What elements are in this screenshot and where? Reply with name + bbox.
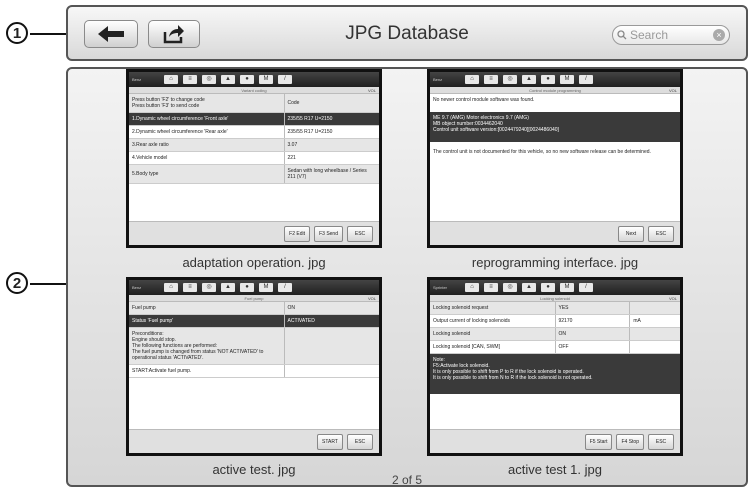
page-indicator: 2 of 5 [391, 473, 423, 487]
thumb-subtitle: Control module programming VOL [430, 87, 680, 94]
thumb-footer: F2 Edit F3 Send ESC [129, 221, 379, 245]
thumbnail-reprogramming-interface[interactable]: Benz ⌂ ≡ ◎ ▲ ● M / Control module programming V… [427, 69, 683, 248]
thumb-subtitle: Fuel pump VOL [129, 295, 379, 302]
thumbnail-active-test[interactable]: Benz ⌂ ≡ ◎ ▲ ● M / Fuel pump VOL Fuel pump ON St… [126, 277, 382, 456]
f5-start-button: F5 Start [584, 433, 613, 450]
callout-1: 1 [6, 22, 28, 44]
f2-edit-button: F2 Edit [284, 225, 311, 242]
thumb-subtitle: Variant coding VOL [129, 87, 379, 94]
next-button: Next [618, 225, 644, 242]
esc-button: ESC [648, 433, 674, 450]
thumbnail-caption[interactable]: adaptation operation. jpg [104, 255, 404, 270]
callout-1-line [30, 33, 66, 35]
thumb-toolbar: Sprinter ⌂ ≡ ◎ ▲ ● M / [430, 280, 680, 295]
thumbnail-active-test-1[interactable]: Sprinter ⌂ ≡ ◎ ▲ ● M / Locking solenoid VOL Loc… [427, 277, 683, 456]
thumb-table: Fuel pump ON Status 'Fuel pump' ACTIVATED … [129, 302, 379, 378]
thumb-footer: START ESC [129, 429, 379, 453]
esc-button: ESC [347, 225, 373, 242]
thumb-footer: F5 Start F4 Stop ESC [430, 429, 680, 453]
thumb-note: Note: F5:Activate lock solenoid. It is o… [430, 354, 680, 394]
esc-button: ESC [648, 225, 674, 242]
image-grid-panel: Benz ⌂ ≡ ◎ ▲ ● M / Variant coding VOL Press but… [66, 67, 748, 487]
thumbnail-caption[interactable]: reprogramming interface. jpg [405, 255, 705, 270]
clear-icon[interactable]: × [713, 29, 725, 41]
toolbar: JPG Database × [66, 5, 748, 61]
thumb-message-block: ME 9.7 (AMG) Motor electronics 9.7 (AMG)… [430, 112, 680, 142]
search-icon [617, 30, 627, 40]
thumbnail-adaptation-operation[interactable]: Benz ⌂ ≡ ◎ ▲ ● M / Variant coding VOL Press but… [126, 69, 382, 248]
f3-send-button: F3 Send [314, 225, 343, 242]
thumb-table: Locking solenoid request YES Output curre… [430, 302, 680, 354]
search-field[interactable]: × [612, 25, 730, 45]
callout-2: 2 [6, 272, 28, 294]
thumb-message: The control unit is not documented for t… [433, 149, 651, 155]
start-button: START [317, 433, 343, 450]
f4-stop-button: F4 Stop [616, 433, 644, 450]
thumb-toolbar: Benz ⌂ ≡ ◎ ▲ ● M / [430, 72, 680, 87]
thumb-message: No newer control module software was fou… [433, 97, 535, 103]
esc-button: ESC [347, 433, 373, 450]
callout-2-line [30, 283, 66, 285]
search-input[interactable] [630, 28, 698, 42]
thumb-toolbar: Benz ⌂ ≡ ◎ ▲ ● M / [129, 72, 379, 87]
thumb-toolbar: Benz ⌂ ≡ ◎ ▲ ● M / [129, 280, 379, 295]
thumb-table: Press button 'F2' to change code Press b… [129, 94, 379, 184]
thumb-footer: Next ESC [430, 221, 680, 245]
thumb-subtitle: Locking solenoid VOL [430, 295, 680, 302]
